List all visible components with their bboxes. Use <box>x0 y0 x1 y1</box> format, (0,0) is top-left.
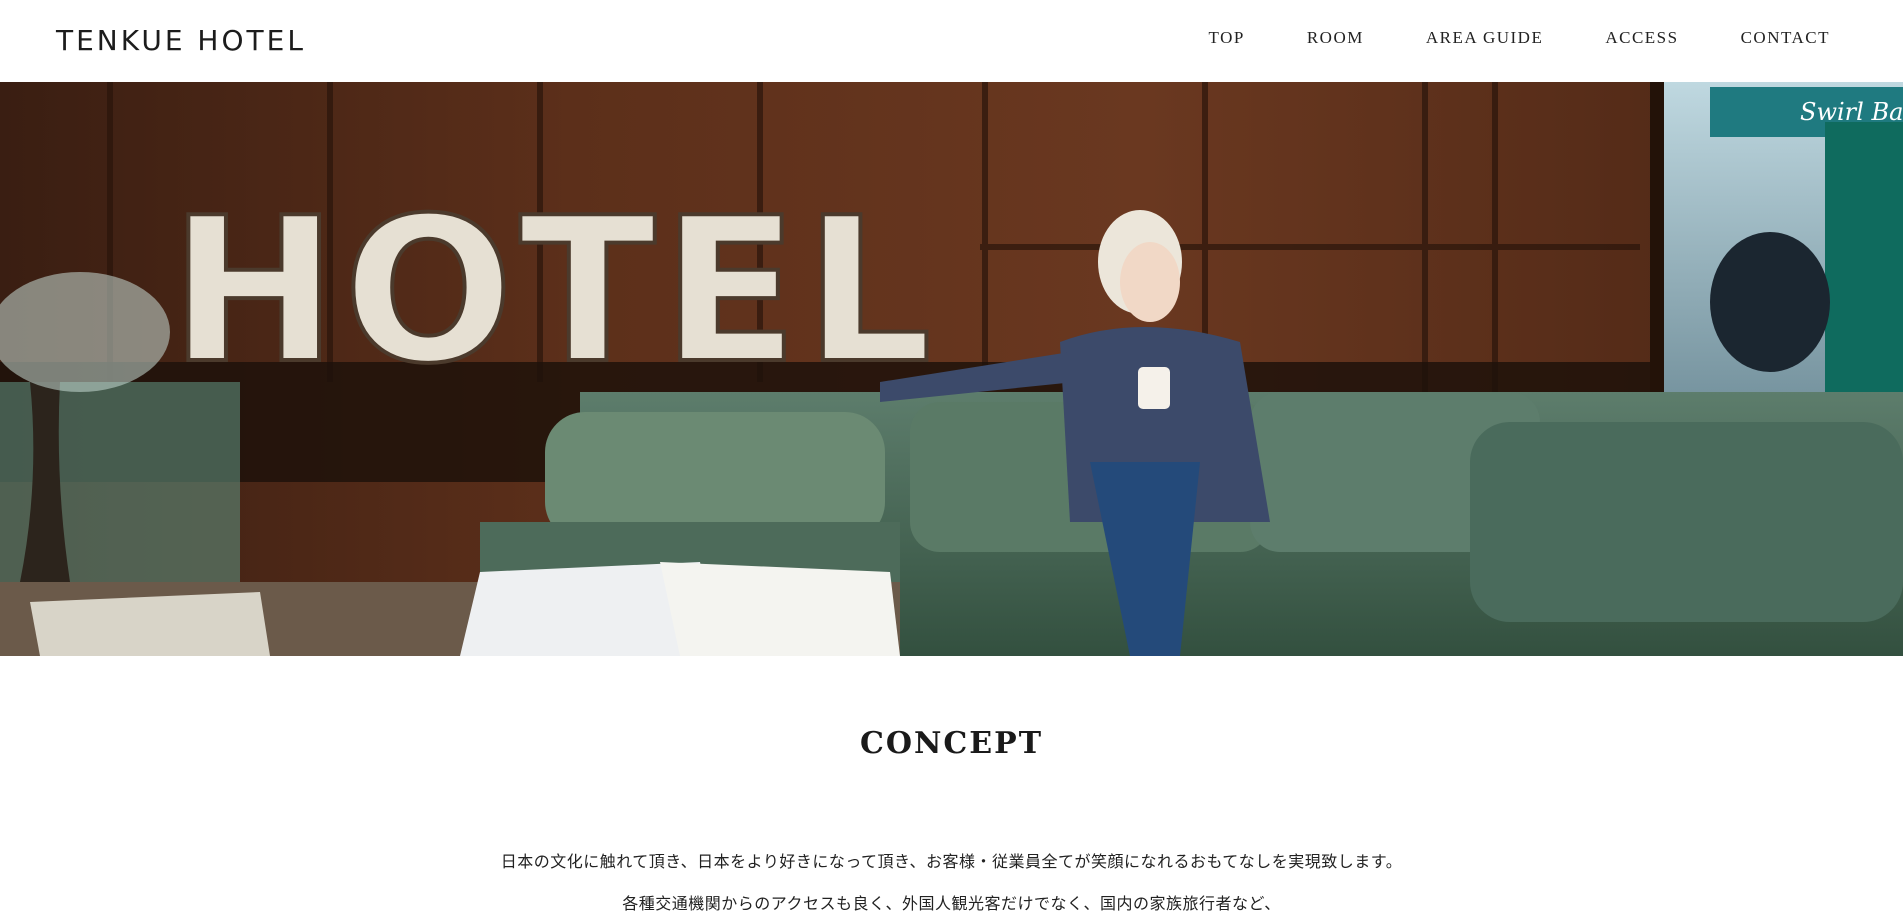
street-sign-text: Swirl Bar <box>1800 98 1903 126</box>
nav-area-guide[interactable]: AREA GUIDE <box>1426 28 1543 48</box>
nav-access[interactable]: ACCESS <box>1605 28 1678 48</box>
nav-top[interactable]: TOP <box>1209 28 1245 48</box>
concept-title: CONCEPT <box>859 726 1044 761</box>
site-header: TENKUE HOTEL TOP ROOM AREA GUIDE ACCESS … <box>0 0 1903 82</box>
hero-illustration: Swirl Bar HOTEL <box>0 82 1903 656</box>
concept-line-2: 各種交通機関からのアクセスも良く、外国人観光客だけでなく、国内の家族旅行者など、 <box>622 894 1281 913</box>
main-nav: TOP ROOM AREA GUIDE ACCESS CONTACT <box>1209 28 1830 48</box>
hotel-sign: HOTEL <box>170 175 938 408</box>
nav-room[interactable]: ROOM <box>1307 28 1364 48</box>
concept-line-1: 日本の文化に触れて頂き、日本をより好きになって頂き、お客様・従業員全てが笑顔にな… <box>500 852 1403 871</box>
nav-contact[interactable]: CONTACT <box>1741 28 1830 48</box>
hero-image: Swirl Bar HOTEL <box>0 82 1903 656</box>
site-logo[interactable]: TENKUE HOTEL <box>56 24 306 57</box>
